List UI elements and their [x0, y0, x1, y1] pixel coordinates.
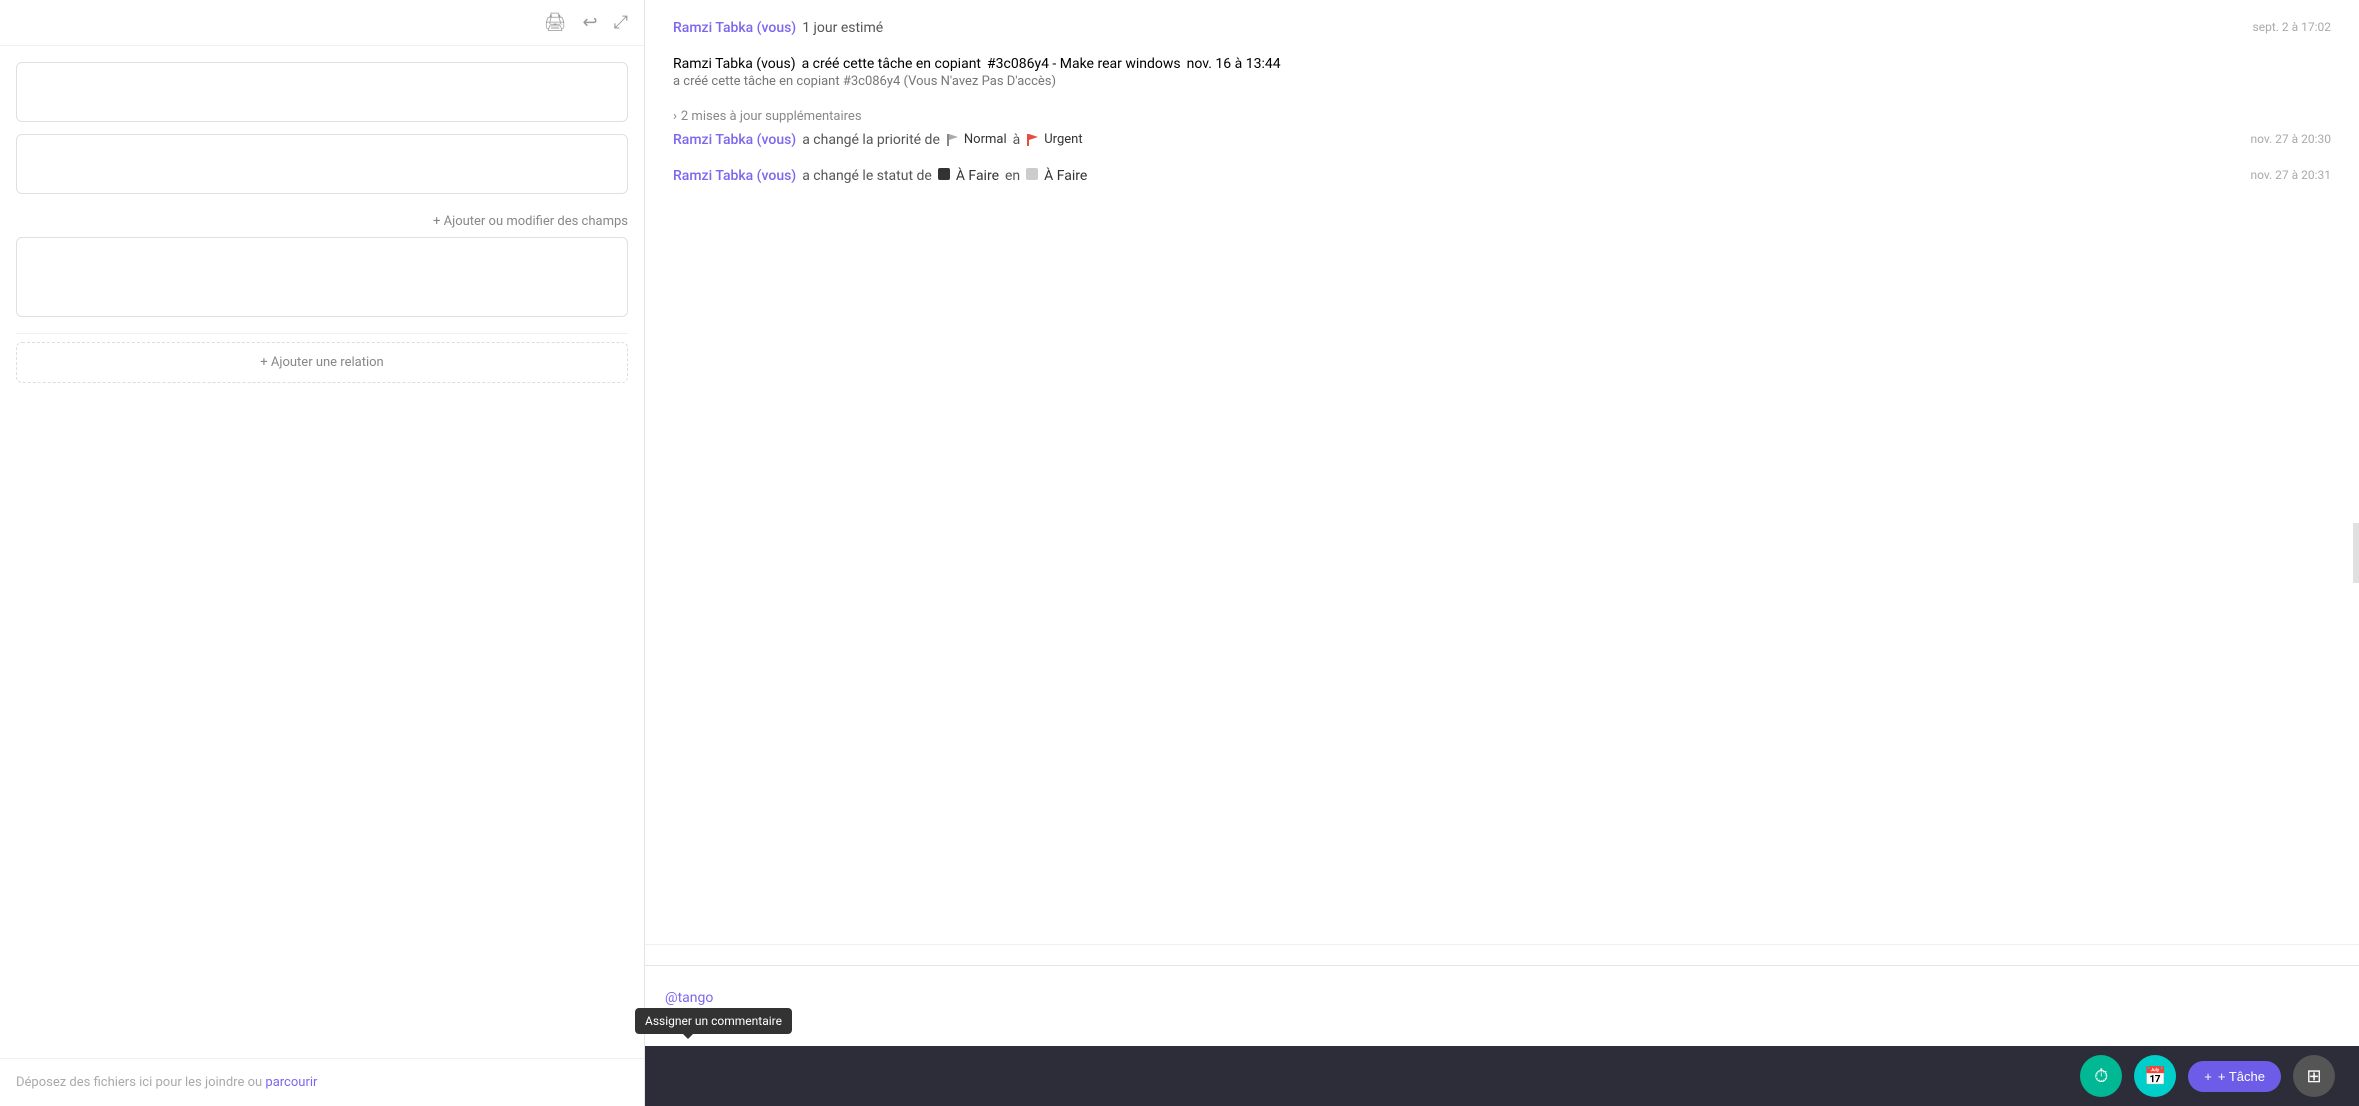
from-status-label: À Faire [956, 168, 999, 184]
expand-label: 2 mises à jour supplémentaires [681, 109, 862, 124]
activity-item-5: Ramzi Tabka (vous) a changé le statut de… [673, 168, 2331, 184]
timestamp: sept. 2 à 17:02 [2253, 20, 2331, 34]
comment-divider [645, 944, 2359, 945]
priority-to: Urgent [1026, 132, 1082, 147]
right-panel: Ramzi Tabka (vous) 1 jour estimé sept. 2… [645, 0, 2359, 1106]
nav-arrow-right[interactable]: › [2353, 523, 2359, 583]
task-link[interactable]: #3c086y4 - Make rear windows [987, 56, 1181, 72]
history-icon[interactable]: ↩ [583, 12, 598, 33]
add-fields-container: + Ajouter ou modifier des champs [16, 206, 628, 237]
text-area-field[interactable] [16, 237, 628, 317]
timestamp-2: nov. 16 à 13:44 [1187, 56, 1281, 72]
action-text: 1 jour estimé [802, 20, 883, 36]
activity-sub-text: a créé cette tâche en copiant #3c086y4 (… [673, 74, 2331, 89]
action-prefix-2: a créé cette tâche en copiant [802, 56, 981, 72]
left-content: + Ajouter ou modifier des champs + Ajout… [0, 46, 644, 1058]
grid-button[interactable]: ⊞ [2293, 1055, 2335, 1097]
browse-link[interactable]: parcourir [265, 1075, 317, 1090]
actor-name[interactable]: Ramzi Tabka (vous) [673, 20, 796, 36]
status-square-dark-icon [938, 168, 950, 180]
priority-to-label: Urgent [1044, 132, 1082, 147]
activity-item-2: Ramzi Tabka (vous) a créé cette tâche en… [673, 56, 2331, 89]
to-status-label: À Faire [1044, 168, 1087, 184]
action-prefix-4: a changé la priorité de [802, 132, 940, 148]
calendar-button[interactable]: 📅 [2134, 1055, 2176, 1097]
print-icon[interactable]: 🖨 [544, 12, 567, 33]
to-word-5: en [1005, 168, 1020, 184]
timestamp-4: nov. 27 à 20:30 [2250, 132, 2331, 146]
plus-icon: + [2204, 1069, 2212, 1084]
chevron-icon: › [673, 109, 677, 124]
add-fields-link[interactable]: + Ajouter ou modifier des champs [433, 214, 628, 229]
assign-tooltip: Assigner un commentaire [635, 1008, 792, 1034]
expand-icon[interactable]: ⤢ [614, 12, 628, 33]
flag-normal-icon [946, 133, 960, 147]
action-prefix-5: a changé le statut de [802, 168, 932, 184]
status-square-light-icon [1026, 168, 1038, 180]
mention-tag: @tango [665, 990, 713, 1006]
activity-item: Ramzi Tabka (vous) 1 jour estimé sept. 2… [673, 20, 2331, 36]
separator-1 [16, 333, 628, 334]
field-area-2 [16, 134, 628, 194]
add-relation-button[interactable]: + Ajouter une relation [16, 342, 628, 383]
activity-row: Ramzi Tabka (vous) a créé cette tâche en… [673, 56, 2331, 72]
to-word-4: à [1013, 132, 1021, 148]
timestamp-5: nov. 27 à 20:31 [2250, 168, 2331, 182]
flag-urgent-icon [1026, 133, 1040, 147]
left-footer: Déposez des fichiers ici pour les joindr… [0, 1058, 644, 1106]
activity-item-4: Ramzi Tabka (vous) a changé la priorité … [673, 132, 2331, 148]
actor-name-2[interactable]: Ramzi Tabka (vous) [673, 56, 796, 72]
add-task-label: + Tâche [2218, 1069, 2265, 1084]
add-task-button[interactable]: + + Tâche [2188, 1061, 2281, 1092]
drop-files-text: Déposez des fichiers ici pour les joindr… [16, 1075, 265, 1090]
left-panel: 🖨 ↩ ⤢ + Ajouter ou modifier des champs +… [0, 0, 645, 1106]
priority-from-label: Normal [964, 132, 1007, 147]
actor-name-5[interactable]: Ramzi Tabka (vous) [673, 168, 796, 184]
actor-name-4[interactable]: Ramzi Tabka (vous) [673, 132, 796, 148]
toolbar: 🖨 ↩ ⤢ [0, 0, 644, 46]
timer-button[interactable]: ⏱ [2080, 1055, 2122, 1097]
comment-input[interactable]: @tango [665, 982, 2339, 1042]
field-area-1 [16, 62, 628, 122]
bottom-bar: ⏱ 📅 + + Tâche ⊞ [645, 1046, 2359, 1106]
expand-updates[interactable]: › 2 mises à jour supplémentaires [673, 109, 2331, 124]
priority-from: Normal [946, 132, 1007, 147]
activity-area: Ramzi Tabka (vous) 1 jour estimé sept. 2… [645, 0, 2359, 944]
